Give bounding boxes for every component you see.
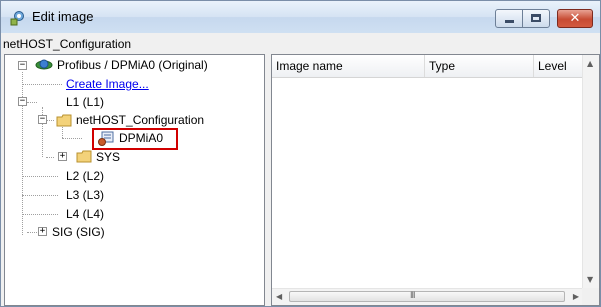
config-node-expander[interactable]: −	[38, 115, 47, 124]
tree-connector	[22, 84, 62, 85]
edit-image-window: Edit image ✕ netHOST_Configuration − Pro…	[0, 0, 601, 307]
scroll-grip: III	[410, 290, 415, 300]
maximize-icon	[531, 14, 541, 22]
scroll-left-icon[interactable]: ◀	[276, 292, 282, 301]
horizontal-scrollbar[interactable]: ◀ III ▶	[272, 288, 583, 305]
tree-node-sys[interactable]: SYS	[96, 150, 120, 164]
tree-node-l3[interactable]: L3 (L3)	[66, 188, 104, 202]
network-globe-icon	[35, 59, 53, 70]
horizontal-scroll-thumb[interactable]: III	[289, 290, 565, 302]
tree-connector	[27, 102, 37, 103]
window-title: Edit image	[32, 9, 94, 24]
tree-connector	[46, 120, 54, 121]
tree-connector	[62, 138, 82, 139]
list-header: Image name Type Level	[272, 55, 583, 78]
scrollbar-corner	[582, 288, 599, 305]
sys-expander[interactable]: +	[58, 152, 67, 161]
image-list[interactable]: Image name Type Level ▲ ▼ ◀ III ▶	[271, 54, 600, 306]
edit-image-icon	[10, 11, 24, 26]
device-image-icon	[98, 131, 114, 146]
tree-connector	[22, 195, 58, 196]
scroll-down-icon[interactable]: ▼	[587, 275, 593, 284]
tree-node-l1[interactable]: L1 (L1)	[66, 95, 104, 109]
close-icon: ✕	[569, 11, 581, 26]
maximize-button[interactable]	[522, 9, 550, 28]
image-tree[interactable]: − Profibus / DPMiA0 (Original) Create Im…	[4, 54, 265, 306]
configuration-label: netHOST_Configuration	[3, 37, 132, 51]
l1-expander[interactable]: −	[18, 97, 27, 106]
tree-connector	[22, 214, 58, 215]
title-bar[interactable]: Edit image ✕	[1, 1, 600, 33]
minimize-button[interactable]	[495, 9, 523, 28]
tree-connector	[22, 176, 58, 177]
column-header-type[interactable]: Type	[425, 55, 534, 77]
folder-icon	[76, 150, 92, 163]
tree-node-dpmia0[interactable]: DPMiA0	[119, 131, 163, 145]
scroll-up-icon[interactable]: ▲	[587, 59, 593, 68]
folder-icon	[56, 114, 72, 127]
tree-node-nethost-configuration[interactable]: netHOST_Configuration	[76, 113, 204, 127]
sig-expander[interactable]: +	[38, 227, 47, 236]
column-header-image-name[interactable]: Image name	[272, 55, 425, 77]
tree-node-root[interactable]: Profibus / DPMiA0 (Original)	[57, 58, 208, 72]
minimize-icon	[505, 20, 514, 23]
tree-connector	[46, 157, 54, 158]
tree-node-l4[interactable]: L4 (L4)	[66, 207, 104, 221]
root-expander[interactable]: −	[18, 61, 27, 70]
create-image-link[interactable]: Create Image...	[66, 77, 149, 91]
tree-node-l2[interactable]: L2 (L2)	[66, 169, 104, 183]
tree-connector	[27, 232, 37, 233]
column-header-level[interactable]: Level	[534, 55, 583, 77]
scroll-right-icon[interactable]: ▶	[573, 292, 579, 301]
close-button[interactable]: ✕	[557, 9, 593, 28]
vertical-scrollbar[interactable]: ▲ ▼	[582, 55, 599, 288]
tree-node-sig[interactable]: SIG (SIG)	[52, 225, 105, 239]
